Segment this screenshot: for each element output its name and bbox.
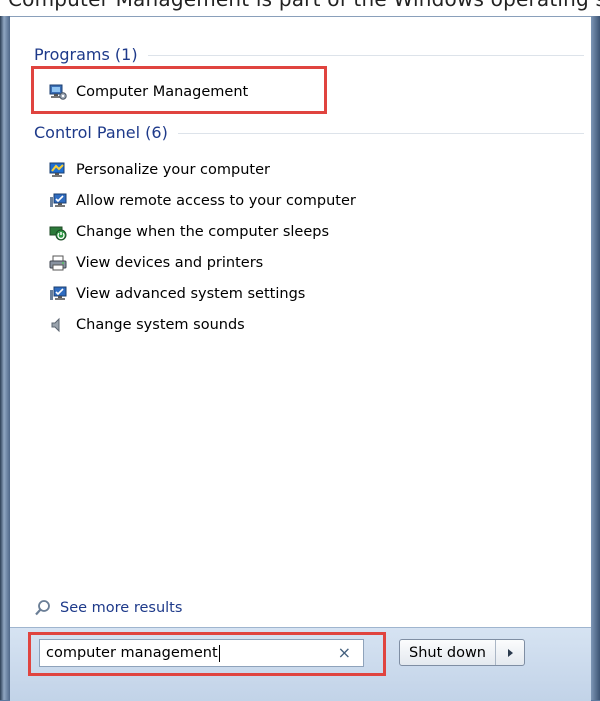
power-options-icon — [48, 222, 68, 242]
search-icon — [34, 598, 54, 618]
result-personalize-your-computer[interactable]: Personalize your computer — [48, 158, 270, 182]
top-cropped-text: Computer Management is part of the Windo… — [0, 0, 600, 16]
shutdown-button[interactable]: Shut down — [400, 640, 495, 665]
result-label: Allow remote access to your computer — [76, 193, 356, 209]
annotation-highlight-computer-management — [31, 66, 327, 114]
result-label: View devices and printers — [76, 255, 264, 271]
start-menu-right-frame — [591, 16, 600, 700]
shutdown-button-group: Shut down — [399, 639, 525, 666]
start-menu-left-frame — [0, 16, 10, 700]
control-panel-section-header: Control Panel (6) — [34, 121, 584, 143]
result-view-advanced-system-settings[interactable]: View advanced system settings — [48, 282, 305, 306]
shutdown-options-button[interactable] — [496, 640, 524, 665]
section-divider — [177, 132, 584, 134]
result-label: Change when the computer sleeps — [76, 224, 330, 240]
result-label: Personalize your computer — [76, 162, 270, 178]
see-more-label: See more results — [60, 600, 183, 616]
chevron-right-icon — [508, 648, 513, 657]
annotation-highlight-search-box — [28, 632, 386, 676]
result-label: Change system sounds — [76, 317, 245, 333]
section-divider — [147, 54, 584, 56]
search-results-pane: Programs (1) Computer Management Control… — [10, 16, 591, 628]
programs-section-header: Programs (1) — [34, 43, 584, 65]
speaker-icon — [48, 315, 68, 335]
system-icon — [48, 284, 68, 304]
result-allow-remote-access[interactable]: Allow remote access to your computer — [48, 189, 356, 213]
printer-icon — [48, 253, 68, 273]
personalize-icon — [48, 160, 68, 180]
result-label: View advanced system settings — [76, 286, 306, 302]
start-menu-bottom-bar: computer management × Shut down — [10, 627, 591, 701]
result-change-system-sounds[interactable]: Change system sounds — [48, 313, 245, 337]
control-panel-section-title: Control Panel (6) — [34, 122, 168, 142]
programs-section-title: Programs (1) — [34, 44, 138, 64]
result-change-when-computer-sleeps[interactable]: Change when the computer sleeps — [48, 220, 329, 244]
system-icon — [48, 191, 68, 211]
see-more-results-link[interactable]: See more results — [34, 597, 182, 619]
result-view-devices-and-printers[interactable]: View devices and printers — [48, 251, 263, 275]
